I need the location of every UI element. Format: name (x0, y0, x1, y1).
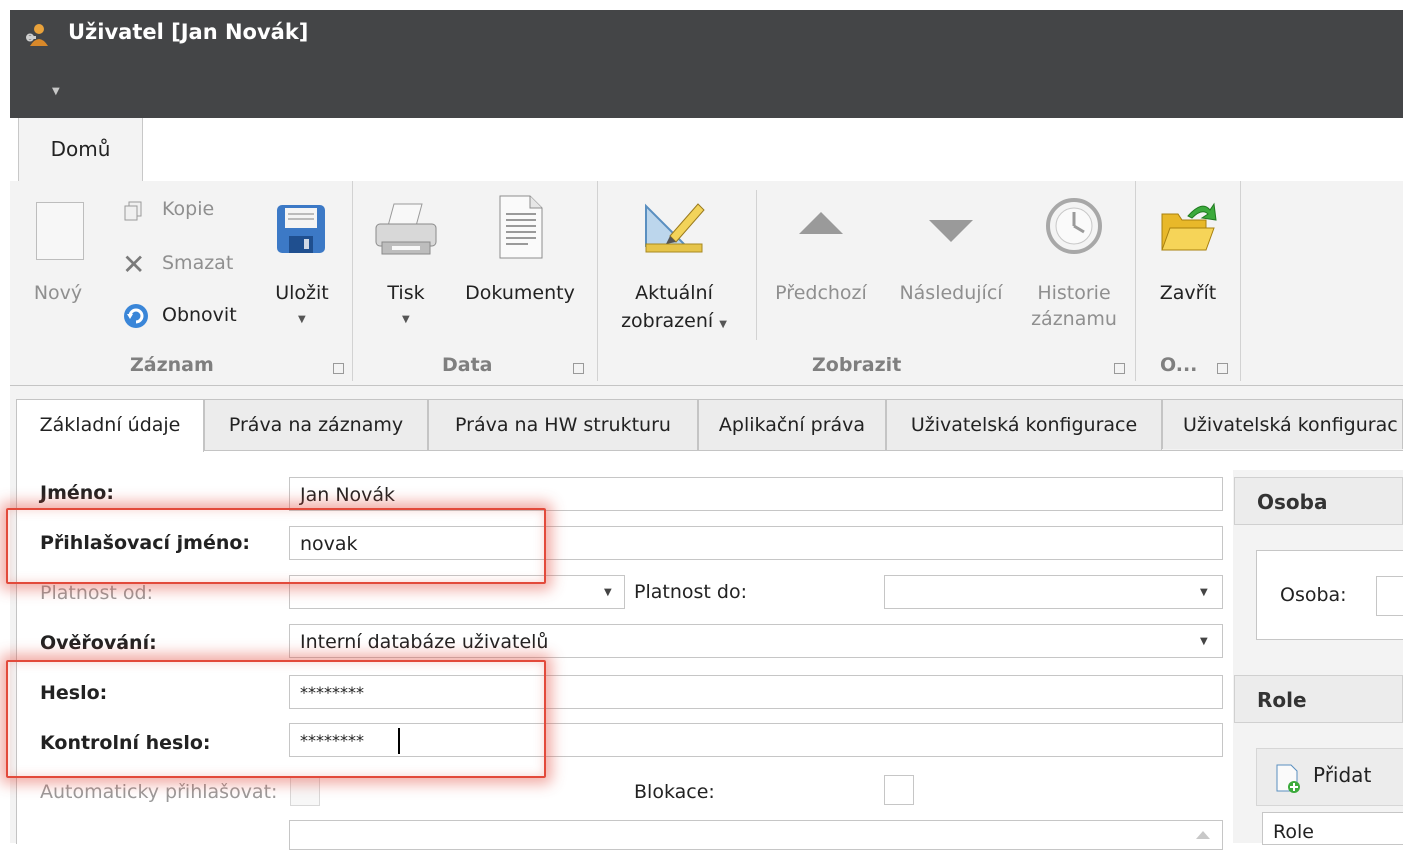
platnost-do-dropdown-icon[interactable]: ▼ (1200, 587, 1208, 598)
separator (1135, 181, 1136, 381)
predchozi-button[interactable]: Předchozí (766, 190, 876, 310)
separator (1240, 181, 1241, 381)
historie-label-line1: Historie (1037, 282, 1111, 304)
smazat-label: Smazat (162, 252, 234, 274)
aktualni-label-line1: Aktuální (635, 282, 713, 304)
dokumenty-button[interactable]: Dokumenty (460, 190, 580, 310)
refresh-icon (122, 302, 150, 330)
platnost-od-dropdown-icon[interactable]: ▼ (604, 587, 612, 598)
notes-scroll-up-icon[interactable] (1196, 831, 1210, 839)
pridat-button[interactable]: Přidat (1256, 748, 1403, 806)
tisk-button[interactable]: Tisk ▼ (366, 190, 446, 330)
user-key-icon (26, 24, 48, 46)
blokace-checkbox[interactable] (884, 775, 914, 805)
osoba-panel-header: Osoba (1234, 477, 1403, 525)
close-folder-icon (1158, 196, 1218, 256)
osoba-label: Osoba: (1280, 584, 1347, 606)
tab-podpora[interactable]: Podpora (305, 118, 407, 180)
novy-label: Nový (33, 282, 83, 304)
tisk-dropdown-icon: ▼ (402, 314, 410, 325)
arrow-down-icon (929, 220, 973, 242)
blokace-label: Blokace: (634, 781, 715, 803)
obnovit-label: Obnovit (162, 304, 237, 326)
jmeno-field[interactable]: Jan Novák (289, 477, 1223, 511)
tab-prava-na-hw-strukturu[interactable]: Práva na HW strukturu (428, 399, 698, 450)
other-launcher-icon[interactable] (1217, 363, 1228, 374)
group-label-other: O... (1160, 354, 1198, 376)
tisk-label: Tisk (387, 282, 425, 304)
group-label-data: Data (442, 354, 493, 376)
separator (352, 181, 353, 381)
copy-icon (122, 200, 144, 222)
osoba-header-label: Osoba (1257, 490, 1328, 514)
ulozit-dropdown-icon: ▼ (298, 314, 306, 325)
jmeno-label: Jméno: (40, 482, 114, 504)
aktualni-zobrazeni-button[interactable]: Aktuální zobrazení ▼ (606, 190, 742, 340)
historie-label-line2: záznamu (1031, 308, 1117, 330)
tab-uzivatelska-konfigurace-2[interactable]: Uživatelská konfigurac (1162, 399, 1403, 449)
tab-uzivatelska-konfigurace[interactable]: Uživatelská konfigurace (886, 399, 1162, 450)
save-disk-icon (274, 202, 328, 256)
separator (597, 181, 598, 381)
dokumenty-label: Dokumenty (465, 282, 575, 304)
overovani-label: Ověřování: (40, 632, 157, 654)
zavrit-label: Zavřít (1159, 282, 1217, 304)
predchozi-label: Předchozí (775, 282, 867, 304)
tab-upravy[interactable]: Úpravy (165, 118, 256, 180)
automaticky-prihlasovat-label: Automaticky přihlašovat: (40, 781, 278, 803)
layout-edit-icon (642, 196, 706, 256)
historie-zaznamu-button[interactable]: Historie záznamu (1024, 190, 1124, 340)
role-panel-header: Role (1234, 675, 1403, 723)
new-document-icon (36, 202, 84, 260)
document-icon (498, 194, 544, 260)
tab-aplikacni-prava[interactable]: Aplikační práva (698, 399, 886, 450)
role-header-label: Role (1257, 688, 1307, 712)
automaticky-prihlasovat-checkbox[interactable] (290, 776, 320, 806)
history-clock-icon (1044, 196, 1104, 256)
zobrazit-launcher-icon[interactable] (1114, 363, 1125, 374)
ulozit-button[interactable]: Uložit ▼ (262, 190, 342, 330)
separator (756, 190, 757, 340)
osoba-field[interactable] (1376, 576, 1403, 616)
tab-domu[interactable]: Domů (18, 118, 143, 181)
novy-button[interactable]: Nový (22, 190, 94, 320)
overovani-select[interactable]: Interní databáze uživatelů (289, 624, 1223, 658)
platnost-od-label: Platnost od: (40, 582, 153, 604)
pridat-label: Přidat (1313, 763, 1372, 787)
group-label-zaznam: Záznam (130, 354, 214, 376)
group-label-zobrazit: Zobrazit (812, 354, 902, 376)
notes-textarea[interactable] (289, 820, 1223, 850)
tab-zakladni-udaje[interactable]: Základní údaje (16, 399, 204, 452)
platnost-do-label: Platnost do: (634, 581, 747, 603)
add-document-icon (1275, 763, 1301, 793)
role-column-header[interactable]: Role (1273, 821, 1314, 843)
tab-prava-na-zaznamy[interactable]: Práva na záznamy (204, 399, 428, 450)
nasledujici-label: Následující (899, 282, 1003, 304)
platnost-do-field[interactable] (884, 575, 1223, 609)
aktualni-label-line2: zobrazení (621, 310, 714, 332)
aktualni-dropdown-icon: ▼ (719, 319, 727, 330)
ulozit-label: Uložit (275, 282, 329, 304)
delete-x-icon: ✕ (122, 248, 146, 281)
zaznam-launcher-icon[interactable] (333, 363, 344, 374)
highlight-login-name (6, 508, 546, 584)
quick-access-dropdown-icon[interactable]: ▼ (52, 86, 60, 97)
data-launcher-icon[interactable] (573, 363, 584, 374)
role-grid-header: Role (1262, 812, 1403, 845)
window-title: Uživatel [Jan Novák] (68, 20, 309, 44)
zavrit-button[interactable]: Zavřít (1146, 190, 1230, 310)
printer-icon (372, 200, 440, 260)
aktualni-label-line2-wrap: zobrazení ▼ (606, 310, 742, 332)
kopie-label: Kopie (162, 198, 215, 220)
arrow-up-icon (799, 212, 843, 234)
highlight-passwords (6, 660, 546, 778)
overovani-dropdown-icon[interactable]: ▼ (1200, 636, 1208, 647)
nasledujici-button[interactable]: Následující (892, 190, 1010, 310)
